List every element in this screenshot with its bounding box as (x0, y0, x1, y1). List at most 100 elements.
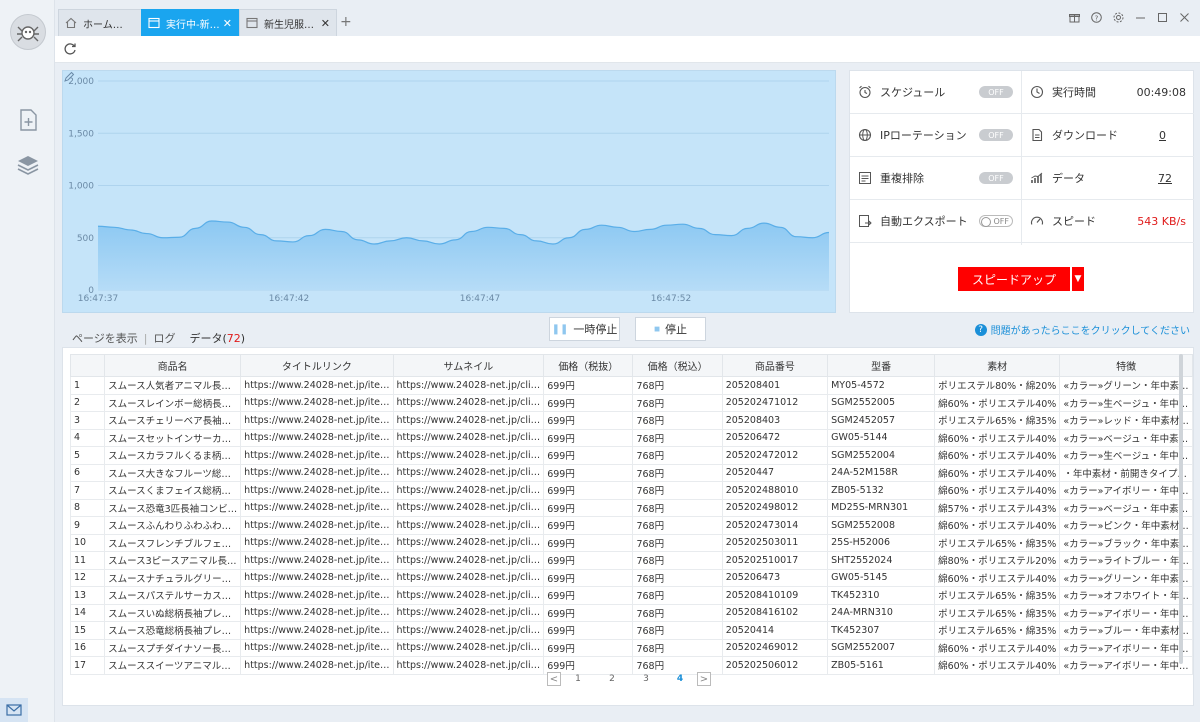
table-row[interactable]: 9 スムースふんわりふわふわ… https://www.24028-net.jp/i… (69, 516, 1193, 535)
table-cell: 205202469012 (721, 638, 829, 657)
auto-export-toggle[interactable]: OFF (979, 215, 1013, 227)
table-row[interactable]: 2 スムースレインボー総柄長… https://www.24028-net.jp/i… (69, 393, 1193, 412)
column-header[interactable]: タイトルリンク (240, 354, 394, 377)
table-cell: https://www.24028-net.jp/ite… (240, 586, 394, 605)
column-header[interactable]: 価格（税込） (632, 354, 723, 377)
column-header[interactable]: 商品番号 (721, 354, 829, 377)
close-window-icon[interactable] (1178, 11, 1190, 23)
table-row[interactable]: 1 スムース人気者アニマル長… https://www.24028-net.jp/i… (69, 376, 1193, 395)
pause-button[interactable]: ❚❚ 一時停止 (549, 317, 620, 341)
table-cell: https://www.24028-net.jp/ite… (240, 603, 394, 622)
edit-pencil-icon[interactable] (63, 71, 75, 83)
table-cell: https://www.24028-net.jp/cli… (392, 638, 545, 657)
svg-text:?: ? (1094, 14, 1098, 22)
tab-label: 実行中-新… (166, 19, 220, 31)
tab-label: 新生児服… (264, 19, 314, 31)
table-cell: SHT2552024 (827, 551, 936, 570)
column-header[interactable]: 特徴 (1059, 354, 1193, 377)
table-cell: 綿60%・ポリエステル40% (934, 428, 1061, 447)
table-row[interactable]: 11 スムース3ピースアニマル長… https://www.24028-net.jp… (69, 551, 1193, 570)
gift-icon[interactable] (1068, 11, 1080, 23)
table-row[interactable]: 10 スムースフレンチブルフェ… https://www.24028-net.jp/… (69, 533, 1193, 552)
table-scrollbar[interactable] (1179, 354, 1183, 664)
column-header[interactable]: サムネイル (392, 354, 545, 377)
table-cell: 綿60%・ポリエステル40% (934, 638, 1061, 657)
speed-value: 543 KB/s (1137, 214, 1186, 228)
page-number-button[interactable]: 1 (561, 674, 595, 684)
column-header[interactable]: 商品名 (104, 354, 242, 377)
prev-page-button[interactable]: < (547, 672, 561, 686)
table-cell: 205202506012 (721, 656, 829, 675)
layers-icon[interactable] (16, 153, 40, 177)
new-task-icon[interactable] (16, 108, 40, 132)
table-cell: 16 (69, 638, 106, 657)
dedupe-toggle[interactable]: OFF (979, 172, 1013, 184)
table-row[interactable]: 15 スムース恐竜総柄長袖プレ… https://www.24028-net.jp/… (69, 621, 1193, 640)
new-tab-button[interactable]: + (340, 14, 352, 30)
table-cell: ポリエステル65%・綿35% (934, 586, 1061, 605)
table-cell: 699円 (543, 516, 634, 535)
table-row[interactable]: 12 スムースナチュラルグリー… https://www.24028-net.jp/… (69, 568, 1193, 587)
ip-rotation-toggle[interactable]: OFF (979, 129, 1013, 141)
page-number-button[interactable]: 2 (595, 674, 629, 684)
data-table: 商品名 タイトルリンク サムネイル 価格（税抜） 価格（税込） 商品番号 型番 素材 特徴 1ス… (69, 354, 1193, 675)
table-cell: 綿60%・ポリエステル40% (934, 656, 1061, 675)
speed-stat: スピード 543 KB/s (1022, 200, 1194, 243)
minimize-icon[interactable] (1134, 11, 1146, 23)
page-number-button[interactable]: 4 (663, 674, 697, 684)
table-cell: 768円 (632, 446, 723, 465)
column-header[interactable]: 価格（税抜） (543, 354, 634, 377)
table-cell: スムースパステルサーカス… (104, 586, 242, 605)
table-row[interactable]: 4 スムースセットインサーカ… https://www.24028-net.jp/i… (69, 428, 1193, 447)
table-row[interactable]: 6 スムース大きなフルーツ総… https://www.24028-net.jp/i… (69, 463, 1193, 482)
tab-log[interactable]: ログ (152, 330, 178, 346)
column-header[interactable]: 素材 (934, 354, 1061, 377)
speed-up-button[interactable]: スピードアップ (958, 267, 1070, 291)
column-header[interactable]: 型番 (827, 354, 936, 377)
table-cell: 4 (69, 428, 106, 447)
table-cell: 768円 (632, 411, 723, 430)
list-filter-icon (859, 172, 871, 184)
alarm-clock-icon (859, 85, 871, 99)
table-row[interactable]: 14 スムースいぬ総柄長袖プレ… https://www.24028-net.jp/… (69, 603, 1193, 622)
table-cell: 768円 (632, 463, 723, 482)
help-icon[interactable]: ? (1090, 11, 1102, 23)
mail-icon (6, 704, 22, 716)
column-header[interactable] (69, 354, 106, 377)
chevron-down-icon[interactable]: ▼ (1071, 267, 1084, 291)
schedule-toggle[interactable]: OFF (979, 86, 1013, 98)
table-row[interactable]: 8 スムース恐竜3匹長袖コンビ… https://www.24028-net.jp/… (69, 498, 1193, 517)
table-row[interactable]: 3 スムースチェリーベア長袖… https://www.24028-net.jp/i… (69, 411, 1193, 430)
download-value[interactable]: 0 (1159, 129, 1166, 142)
tab-newborn-clothes[interactable]: 新生児服… ✕ (239, 9, 337, 36)
page-number-button[interactable]: 3 (629, 674, 663, 684)
mail-button[interactable] (0, 698, 28, 722)
table-row[interactable]: 5 スムースカラフルくるま柄… https://www.24028-net.jp/i… (69, 446, 1193, 465)
tab-show-page[interactable]: ページを表示 (70, 330, 140, 346)
stop-button[interactable]: ■ 停止 (635, 317, 706, 341)
data-value[interactable]: 72 (1158, 172, 1172, 185)
table-cell: https://www.24028-net.jp/cli… (392, 568, 545, 587)
table-row[interactable]: 16 スムースプチダイナソー長… https://www.24028-net.jp/… (69, 638, 1193, 657)
close-icon[interactable]: ✕ (321, 17, 330, 30)
table-cell: 10 (69, 533, 106, 552)
table-row[interactable]: 7 スムースくまフェイス総柄… https://www.24028-net.jp/i… (69, 481, 1193, 500)
table-cell: 699円 (543, 376, 634, 395)
maximize-icon[interactable] (1156, 11, 1168, 23)
tab-separator: | (143, 331, 148, 345)
tab-running-task[interactable]: 実行中-新… ✕ (141, 9, 239, 36)
table-cell: 699円 (543, 603, 634, 622)
settings-gear-icon[interactable] (1112, 11, 1124, 23)
next-page-button[interactable]: > (697, 672, 711, 686)
table-row[interactable]: 13 スムースパステルサーカス… https://www.24028-net.jp/… (69, 586, 1193, 605)
refresh-icon[interactable] (63, 42, 77, 56)
close-icon[interactable]: ✕ (223, 17, 232, 30)
table-cell: https://www.24028-net.jp/ite… (240, 481, 394, 500)
help-link[interactable]: ? 問題があったらここをクリックしてください (974, 322, 1190, 337)
window-controls: ? (1068, 11, 1190, 23)
table-cell: 6 (69, 463, 106, 482)
table-cell: スムースふんわりふわふわ… (104, 516, 242, 535)
table-cell: https://www.24028-net.jp/cli… (392, 376, 545, 395)
table-cell: 205206472 (721, 428, 829, 447)
table-cell: 9 (69, 516, 106, 535)
